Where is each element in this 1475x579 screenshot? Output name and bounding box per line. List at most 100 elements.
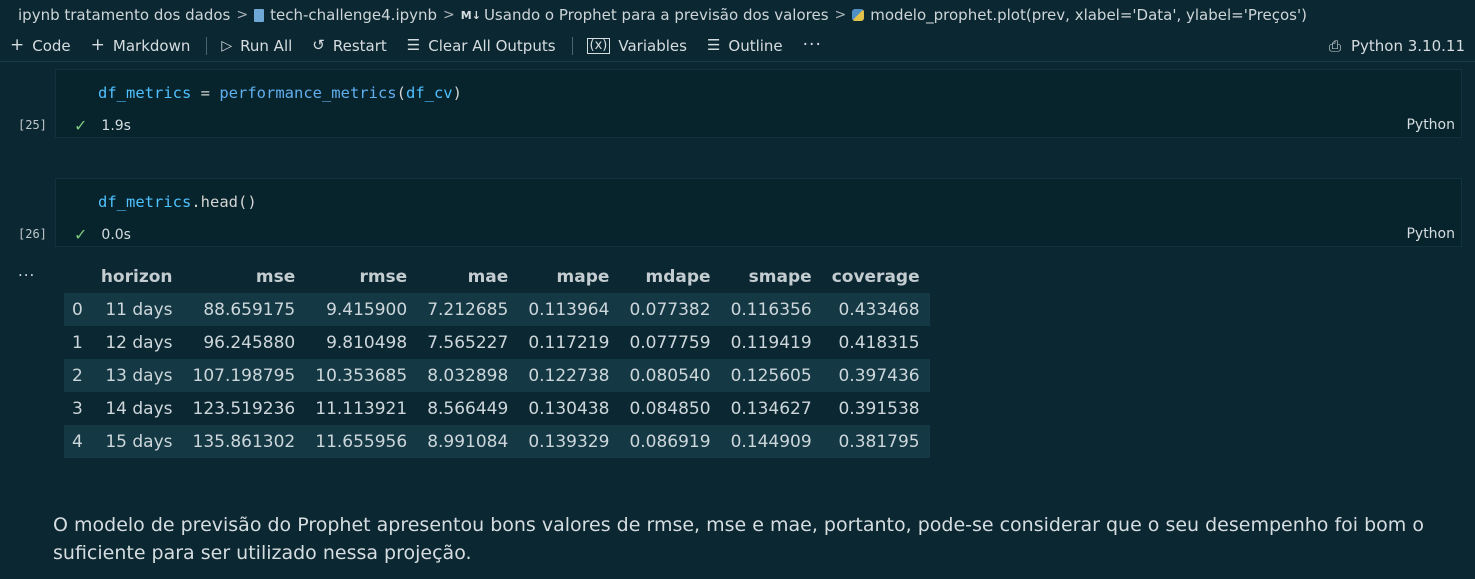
chevron-right-icon: > <box>443 7 455 23</box>
code-cell[interactable]: df_metrics = performance_metrics(df_cv) … <box>55 69 1462 138</box>
clear-all-label: Clear All Outputs <box>428 36 556 55</box>
table-header-row: horizon mse rmse mae mape mdape smape co… <box>64 260 930 293</box>
variables-button[interactable]: (x) Variables <box>586 37 687 55</box>
plus-icon: + <box>90 35 105 55</box>
table-cell: 0.086919 <box>619 425 721 458</box>
breadcrumb-file[interactable]: tech-challenge4.ipynb <box>270 6 437 24</box>
code-cell[interactable]: df_metrics.head() ✓ 0.0s Python <box>55 178 1462 247</box>
table-cell: 0.391538 <box>821 392 930 425</box>
cell-language[interactable]: Python <box>1406 226 1455 242</box>
table-cell: 0.084850 <box>619 392 721 425</box>
table-cell: 13 days <box>90 359 183 392</box>
row-index: 2 <box>64 359 91 392</box>
table-row: 3 14 days 123.519236 11.113921 8.566449 … <box>64 392 930 425</box>
run-all-label: Run All <box>240 36 293 55</box>
table-cell: 9.810498 <box>305 326 418 359</box>
python-icon <box>852 9 865 21</box>
code-line[interactable]: df_metrics.head() <box>98 193 257 211</box>
add-markdown-button[interactable]: + Markdown <box>91 37 191 55</box>
column-header: mdape <box>619 260 721 293</box>
breadcrumb-section[interactable]: Usando o Prophet para a previsão dos val… <box>484 6 829 24</box>
more-icon: ··· <box>802 35 822 55</box>
cell-status: ✓ 0.0s <box>74 225 131 244</box>
breadcrumb-folder[interactable]: ipynb tratamento dos dados <box>18 6 230 24</box>
table-cell: 8.032898 <box>417 359 519 392</box>
column-header: mse <box>182 260 306 293</box>
run-all-button[interactable]: ▷ Run All <box>221 37 292 55</box>
row-index: 1 <box>64 326 91 359</box>
markdown-cell-text[interactable]: O modelo de previsão do Prophet apresent… <box>53 511 1433 567</box>
clear-all-icon: ☰ <box>406 36 421 54</box>
code-token: df_metrics <box>98 193 192 211</box>
table-cell: 12 days <box>90 326 183 359</box>
table-cell: 0.077382 <box>619 293 721 326</box>
row-index: 3 <box>64 392 91 425</box>
table-row: 2 13 days 107.198795 10.353685 8.032898 … <box>64 359 930 392</box>
add-code-label: Code <box>32 36 71 55</box>
outline-button[interactable]: ☰ Outline <box>707 37 783 55</box>
code-token: () <box>238 193 257 211</box>
code-token: df_cv <box>405 84 453 102</box>
table-cell: 96.245880 <box>182 326 306 359</box>
output-actions-button[interactable]: ... <box>18 262 35 280</box>
table-cell: 0.077759 <box>619 326 721 359</box>
restart-icon: ↺ <box>312 36 325 54</box>
table-cell: 0.397436 <box>821 359 930 392</box>
notebook-file-icon <box>254 8 265 22</box>
code-token: performance_metrics <box>219 84 397 102</box>
column-header <box>64 260 91 293</box>
outline-icon: ☰ <box>706 36 721 54</box>
add-markdown-label: Markdown <box>112 36 191 55</box>
column-header: smape <box>720 260 822 293</box>
table-cell: 0.122738 <box>518 359 620 392</box>
table-cell: 8.566449 <box>417 392 519 425</box>
table-cell: 0.119419 <box>720 326 822 359</box>
table-cell: 0.117219 <box>518 326 620 359</box>
markdown-icon: M↓ <box>460 8 481 22</box>
column-header: rmse <box>305 260 418 293</box>
toolbar-divider <box>206 36 208 55</box>
table-cell: 0.139329 <box>518 425 620 458</box>
code-token: ( <box>396 84 406 102</box>
notebook-toolbar: + Code + Markdown ▷ Run All ↺ Restart ☰ … <box>0 30 1475 62</box>
table-cell: 0.433468 <box>821 293 930 326</box>
table-cell: 14 days <box>90 392 183 425</box>
cell-language[interactable]: Python <box>1406 117 1455 133</box>
chevron-right-icon: > <box>834 7 847 23</box>
table-cell: 10.353685 <box>305 359 418 392</box>
table-cell: 7.212685 <box>417 293 519 326</box>
table-cell: 9.415900 <box>305 293 418 326</box>
row-index: 4 <box>64 425 91 458</box>
breadcrumb-cell[interactable]: modelo_prophet.plot(prev, xlabel='Data',… <box>870 6 1307 24</box>
execution-count: [25] <box>18 118 47 132</box>
table-row: 1 12 days 96.245880 9.810498 7.565227 0.… <box>64 326 930 359</box>
run-all-icon: ▷ <box>221 37 233 54</box>
execution-count: [26] <box>18 227 47 241</box>
table-cell: 135.861302 <box>182 425 306 458</box>
table-cell: 0.125605 <box>720 359 822 392</box>
code-token: df_metrics <box>98 84 192 102</box>
table-row: 0 11 days 88.659175 9.415900 7.212685 0.… <box>64 293 930 326</box>
table-cell: 0.134627 <box>720 392 822 425</box>
table-cell: 8.991084 <box>417 425 519 458</box>
kernel-picker[interactable]: ⎙ Python 3.10.11 <box>1329 30 1465 62</box>
table-cell: 0.418315 <box>821 326 930 359</box>
kernel-label: Python 3.10.11 <box>1350 37 1465 55</box>
column-header: coverage <box>821 260 930 293</box>
outline-label: Outline <box>728 36 783 55</box>
chevron-right-icon: > <box>236 7 249 23</box>
table-cell: 88.659175 <box>182 293 306 326</box>
clear-all-outputs-button[interactable]: ☰ Clear All Outputs <box>407 37 556 55</box>
more-actions-button[interactable]: ··· <box>803 37 830 54</box>
table-cell: 15 days <box>90 425 183 458</box>
dataframe-table: horizon mse rmse mae mape mdape smape co… <box>64 260 930 458</box>
cell-status: ✓ 1.9s <box>74 116 131 135</box>
restart-button[interactable]: ↺ Restart <box>312 37 387 55</box>
code-line[interactable]: df_metrics = performance_metrics(df_cv) <box>98 84 462 102</box>
execution-time: 0.0s <box>101 226 131 243</box>
check-icon: ✓ <box>74 225 88 244</box>
restart-label: Restart <box>332 36 387 55</box>
table-cell: 0.144909 <box>720 425 822 458</box>
add-code-button[interactable]: + Code <box>10 37 71 55</box>
table-cell: 107.198795 <box>182 359 306 392</box>
